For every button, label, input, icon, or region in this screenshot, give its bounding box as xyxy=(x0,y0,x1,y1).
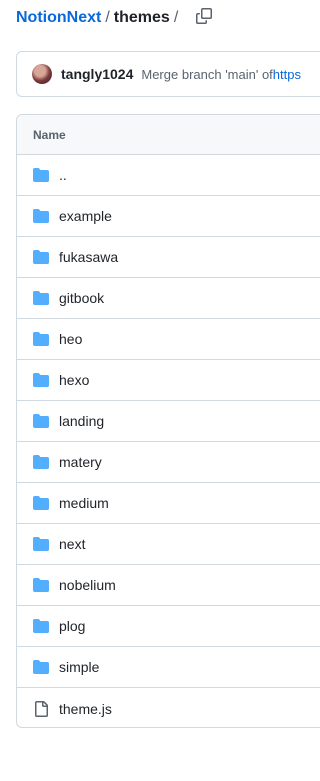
folder-row[interactable]: medium xyxy=(17,483,320,524)
file-name-link[interactable]: nobelium xyxy=(59,577,116,593)
copy-path-button[interactable] xyxy=(192,4,216,28)
breadcrumb-trailing-separator: / xyxy=(173,9,179,26)
file-name-link[interactable]: fukasawa xyxy=(59,249,118,265)
copy-icon xyxy=(196,8,212,24)
file-icon xyxy=(33,700,49,717)
folder-icon xyxy=(33,372,49,388)
folder-icon xyxy=(33,659,49,675)
column-header-name: Name xyxy=(33,127,66,142)
folder-icon xyxy=(33,290,49,306)
file-name-link[interactable]: gitbook xyxy=(59,290,104,306)
folder-icon xyxy=(33,618,49,634)
breadcrumb-current-folder: themes xyxy=(113,9,170,26)
folder-icon xyxy=(33,331,49,347)
folder-row[interactable]: nobelium xyxy=(17,565,320,606)
file-name-link[interactable]: .. xyxy=(59,167,67,183)
file-name-link[interactable]: hexo xyxy=(59,372,89,388)
folder-icon xyxy=(33,495,49,511)
commit-message-link[interactable]: https xyxy=(273,67,301,82)
folder-row[interactable]: plog xyxy=(17,606,320,647)
folder-icon xyxy=(33,249,49,265)
breadcrumb-separator: / xyxy=(105,9,110,26)
folder-row[interactable]: example xyxy=(17,196,320,237)
file-name-link[interactable]: next xyxy=(59,536,85,552)
file-row[interactable]: theme.js xyxy=(17,688,320,727)
file-name-link[interactable]: example xyxy=(59,208,112,224)
file-name-link[interactable]: simple xyxy=(59,659,99,675)
file-list: .. example fukasawa gitbook heo hexo landing ma… xyxy=(17,155,320,727)
folder-row[interactable]: heo xyxy=(17,319,320,360)
file-table: Name .. example fukasawa gitbook heo hexo land… xyxy=(16,114,320,728)
file-name-link[interactable]: theme.js xyxy=(59,701,112,717)
commit-author[interactable]: tangly1024 xyxy=(61,66,133,82)
commit-message[interactable]: Merge branch 'main' of xyxy=(141,67,272,82)
folder-row[interactable]: matery xyxy=(17,442,320,483)
folder-icon xyxy=(33,454,49,470)
file-name-link[interactable]: medium xyxy=(59,495,109,511)
folder-row[interactable]: simple xyxy=(17,647,320,688)
folder-row[interactable]: .. xyxy=(17,155,320,196)
folder-row[interactable]: landing xyxy=(17,401,320,442)
folder-row[interactable]: fukasawa xyxy=(17,237,320,278)
file-name-link[interactable]: heo xyxy=(59,331,82,347)
repo-directory-page: NotionNext / themes / tangly1024 Merge b… xyxy=(0,0,320,781)
folder-icon xyxy=(33,208,49,224)
file-name-link[interactable]: plog xyxy=(59,618,85,634)
folder-row[interactable]: next xyxy=(17,524,320,565)
file-name-link[interactable]: landing xyxy=(59,413,104,429)
folder-row[interactable]: gitbook xyxy=(17,278,320,319)
folder-icon xyxy=(33,167,49,183)
folder-row[interactable]: hexo xyxy=(17,360,320,401)
avatar[interactable] xyxy=(32,64,52,84)
file-name-link[interactable]: matery xyxy=(59,454,102,470)
breadcrumb: NotionNext / themes / xyxy=(16,6,182,30)
breadcrumb-repo-link[interactable]: NotionNext xyxy=(16,9,101,27)
latest-commit-bar: tangly1024 Merge branch 'main' of https xyxy=(16,51,320,97)
folder-icon xyxy=(33,577,49,593)
folder-icon xyxy=(33,536,49,552)
table-header: Name xyxy=(17,115,320,155)
folder-icon xyxy=(33,413,49,429)
